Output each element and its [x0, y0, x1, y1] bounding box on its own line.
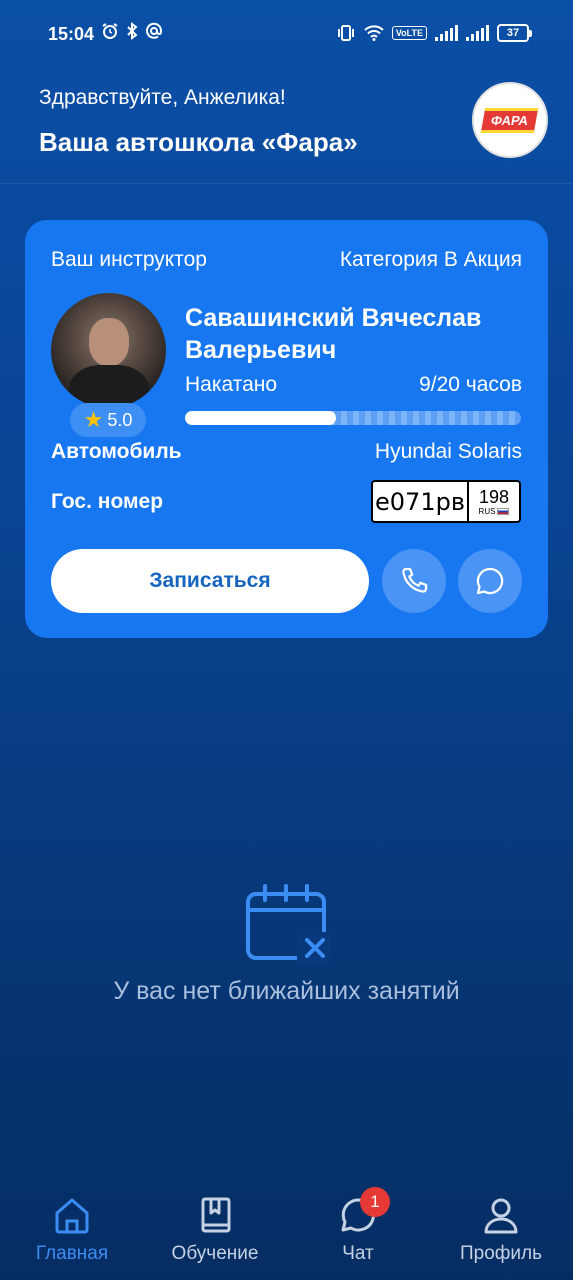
signal-icon: [435, 25, 458, 41]
home-icon: [55, 1198, 89, 1234]
book-icon: [201, 1197, 231, 1233]
plate-region: 198 RUS: [469, 480, 521, 523]
instructor-avatar[interactable]: [51, 293, 166, 408]
plate-region-number: 198: [478, 487, 510, 507]
status-icons-right: VoLTE 37: [336, 24, 532, 42]
chat-icon-wrap: 1: [338, 1187, 390, 1235]
battery-icon: 37: [497, 24, 532, 42]
car-label: Автомобиль: [51, 440, 182, 463]
greeting: Здравствуйте, Анжелика!: [39, 86, 286, 109]
status-bar: 15:04 VoLTE 37: [0, 0, 573, 70]
russia-flag-icon: [497, 508, 510, 515]
bluetooth-icon: [127, 22, 138, 40]
plate-label: Гос. номер: [51, 490, 164, 513]
instructor-label: Ваш инструктор: [51, 248, 207, 271]
nav-profile-label: Профиль: [459, 1243, 543, 1264]
status-icons-left: [101, 22, 163, 40]
nav-home-label: Главная: [35, 1243, 109, 1264]
nav-learning[interactable]: Обучение: [155, 1195, 275, 1265]
license-plate: е071рв 198 RUS: [371, 480, 521, 523]
rating-value: 5.0: [107, 409, 133, 430]
chat-badge: 1: [360, 1187, 390, 1217]
logo-text: ФАРА: [481, 107, 539, 133]
driven-progress-bar: [185, 411, 521, 425]
nav-chat[interactable]: 1 Чат: [298, 1187, 418, 1265]
vibrate-icon: [337, 25, 354, 41]
bottom-nav: Главная Обучение 1 Чат Профиль: [0, 1187, 573, 1280]
nav-chat-label: Чат: [342, 1243, 374, 1264]
signal-icon-2: [466, 25, 489, 41]
alarm-icon: [102, 23, 118, 39]
message-icon: [476, 567, 504, 595]
status-time: 15:04: [48, 24, 95, 44]
school-title: Ваша автошкола «Фара»: [39, 127, 358, 157]
plate-number: е071рв: [371, 480, 469, 523]
instructor-name: Савашинский Вячеслав Валерьевич: [185, 304, 482, 364]
driven-value: 9/20 часов: [419, 373, 522, 396]
message-button[interactable]: [458, 549, 522, 613]
calendar-cancel-icon: [246, 884, 331, 964]
car-value: Hyundai Solaris: [374, 440, 522, 463]
instructor-card: Ваш инструктор Категория В Акция ★ 5.0 С…: [25, 220, 548, 638]
nav-profile[interactable]: Профиль: [441, 1195, 561, 1265]
phone-icon: [402, 567, 428, 593]
signup-button[interactable]: Записаться: [51, 549, 369, 613]
rating-badge: ★ 5.0: [70, 403, 146, 437]
plate-country: RUS: [479, 507, 510, 516]
volte-badge: VoLTE: [391, 26, 427, 40]
at-icon: [146, 22, 163, 39]
wifi-icon: [364, 25, 384, 41]
nav-learning-label: Обучение: [171, 1243, 259, 1264]
school-logo[interactable]: ФАРА: [472, 82, 548, 158]
battery-level: 37: [506, 27, 520, 39]
nav-home[interactable]: Главная: [12, 1195, 132, 1265]
star-icon: ★: [83, 407, 104, 432]
driven-progress-fill: [185, 411, 337, 425]
driven-label: Накатано: [185, 373, 278, 396]
profile-icon: [484, 1198, 518, 1234]
call-button[interactable]: [382, 549, 446, 613]
category-label: Категория В Акция: [339, 248, 522, 271]
empty-state-text: У вас нет ближайших занятий: [113, 977, 460, 1005]
header-divider: [0, 183, 573, 184]
plate-country-code: RUS: [478, 507, 496, 516]
